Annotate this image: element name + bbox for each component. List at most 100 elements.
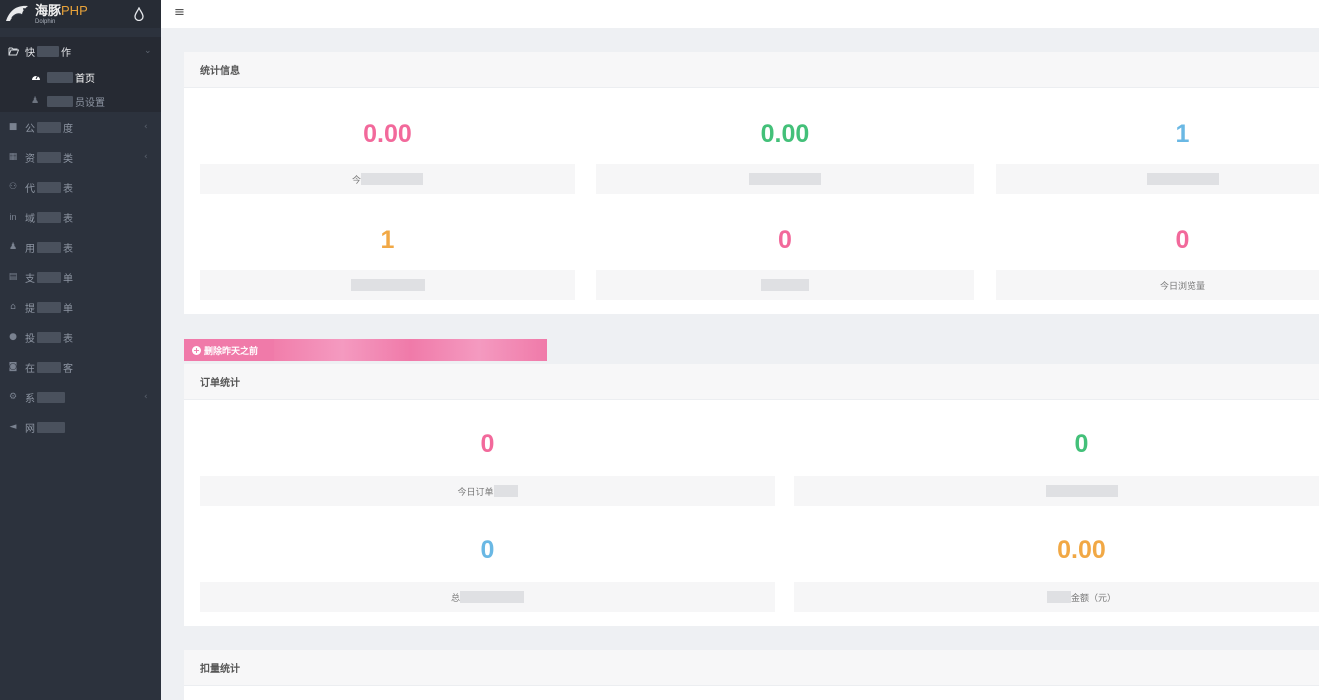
dashboard-icon — [31, 72, 43, 84]
bank-icon: ⌂ — [10, 302, 16, 312]
stat-card: 1 — [996, 122, 1319, 147]
link-icon: in — [9, 212, 17, 222]
redacted-text — [37, 181, 61, 193]
chevron-down-icon: ⌄ — [144, 46, 152, 56]
sidebar-subitem-settings[interactable]: ♟ 员设置 — [0, 90, 161, 112]
redacted-text — [1146, 173, 1219, 185]
sidebar-item-1[interactable]: ■ 公度 ‹ — [0, 112, 161, 142]
sidebar-group-quick: 快 作 ⌄ 首页 ♟ 员设置 — [0, 37, 161, 112]
redacted-text — [37, 151, 61, 163]
sidebar-subitem-label: 员设置 — [75, 97, 105, 109]
stat-value: 0.00 — [760, 120, 810, 148]
redacted-text — [37, 391, 65, 403]
video-icon: ■ — [8, 122, 18, 132]
sidebar: 海豚PHP Dolphin 快 作 ⌄ 首页 ♟ 员设置 ■ 公 度 ‹ ▦ 资… — [0, 0, 161, 700]
redacted-text — [493, 485, 518, 497]
sidebar-item-8[interactable]: ● 投表 — [0, 322, 161, 352]
stat-value: 0.00 — [1057, 536, 1106, 564]
sidebar-subitem-home[interactable]: 首页 — [0, 65, 161, 90]
redacted-text — [37, 271, 61, 283]
gear-icon: ⚙ — [8, 392, 18, 402]
stat-card: 0 — [200, 538, 775, 563]
stat-label: 今 — [351, 175, 361, 186]
redacted-text — [37, 241, 61, 253]
user-icon: ♟ — [31, 96, 40, 106]
redacted-text — [350, 279, 425, 291]
redacted-text — [361, 173, 423, 185]
redacted-text — [37, 121, 61, 133]
sidebar-item-label-tail: 作 — [61, 47, 71, 59]
megaphone-icon: ◄ — [9, 422, 17, 432]
deduct-panel: 扣量统计 — [184, 650, 1319, 700]
stat-card: 0 — [794, 432, 1319, 457]
sidebar-item-3[interactable]: ⚇ 代表 — [0, 172, 161, 202]
stat-value: 0 — [778, 226, 792, 254]
redacted-text — [47, 72, 73, 83]
stat-card: 1 — [200, 228, 575, 253]
stat-card: 0 — [200, 432, 775, 457]
stat-card: 0 — [996, 228, 1319, 253]
chevron-left-icon: ‹ — [144, 122, 148, 132]
panel-title: 统计信息 — [184, 52, 1319, 88]
delete-old-button[interactable]: + 删除昨天之前 — [184, 339, 547, 361]
theme-drop-icon[interactable] — [134, 6, 144, 22]
top-bar: ≡ — [161, 0, 1319, 28]
sidebar-item-2[interactable]: ▦ 资类 ‹ — [0, 142, 161, 172]
sidebar-subitem-label: 首页 — [75, 74, 95, 85]
redacted-text — [37, 211, 61, 223]
delete-old-label: 删除昨天之前 — [204, 346, 259, 357]
redacted-text — [274, 339, 547, 361]
redacted-text — [37, 45, 59, 57]
order-panel: 订单统计 0 今日订单 0 0 总 0.00 金额（元） — [184, 364, 1319, 626]
sidebar-item-9[interactable]: ◙ 在客 — [0, 352, 161, 382]
card-icon: ▤ — [8, 272, 18, 282]
group-icon: ⚇ — [8, 182, 18, 192]
sidebar-item-label: 快 — [25, 47, 35, 59]
sidebar-item-quick[interactable]: 快 作 ⌄ — [0, 37, 161, 65]
panel-title: 扣量统计 — [184, 650, 1319, 686]
stat-label: 今日订单 — [457, 487, 494, 498]
stat-card: 0.00 — [794, 538, 1319, 563]
redacted-text — [37, 301, 61, 313]
brand-subtitle: Dolphin — [35, 18, 56, 25]
brand-title: 海豚PHP — [35, 2, 88, 19]
stat-value: 0 — [1175, 226, 1190, 254]
stat-label: 总 — [450, 593, 460, 604]
redacted-text — [761, 279, 809, 291]
stat-value: 0 — [1074, 430, 1089, 458]
sidebar-item-6[interactable]: ▤ 支单 — [0, 262, 161, 292]
stat-value: 1 — [380, 226, 395, 254]
info-icon: ● — [9, 332, 17, 342]
sidebar-item-10[interactable]: ⚙ 系 ‹ — [0, 382, 161, 412]
sidebar-item-5[interactable]: ♟ 用表 — [0, 232, 161, 262]
chevron-left-icon: ‹ — [144, 392, 148, 402]
stats-panel: 统计信息 0.00 今 0.00 1 1 0 0 今日浏览量 — [184, 52, 1319, 314]
sidebar-item-11[interactable]: ◄ 网 — [0, 412, 161, 442]
stat-value: 1 — [1175, 120, 1190, 148]
sidebar-nav-list: ■ 公度 ‹ ▦ 资类 ‹ ⚇ 代表 in 域表 ♟ 用表 ▤ 支单 ⌂ 提单 ● 投表 ◙ 在客 ⚙… — [0, 112, 161, 442]
hamburger-icon[interactable]: ≡ — [174, 6, 185, 19]
redacted-text — [1046, 591, 1071, 603]
redacted-text — [37, 421, 65, 433]
brand-logo[interactable]: 海豚PHP Dolphin — [0, 0, 161, 28]
stat-label: 金额（元） — [1070, 593, 1116, 604]
stat-value: 0 — [480, 430, 495, 458]
redacted-text — [749, 173, 821, 185]
stat-value: 0.00 — [363, 120, 412, 148]
redacted-text — [460, 591, 524, 603]
stat-card: 0 — [596, 228, 974, 253]
redacted-text — [1045, 485, 1118, 497]
stat-value: 0 — [480, 536, 495, 564]
redacted-text — [37, 361, 61, 373]
redacted-text — [37, 331, 61, 343]
grid-icon: ▦ — [8, 152, 18, 162]
folder-open-icon — [7, 45, 19, 57]
sidebar-item-4[interactable]: in 域表 — [0, 202, 161, 232]
redacted-text — [47, 95, 73, 107]
plus-circle-icon: + — [192, 345, 201, 355]
chat-icon: ◙ — [8, 362, 18, 372]
stat-card: 0.00 — [200, 122, 575, 147]
sidebar-item-7[interactable]: ⌂ 提单 — [0, 292, 161, 322]
stat-label: 今日浏览量 — [1159, 281, 1205, 292]
chevron-left-icon: ‹ — [144, 152, 148, 162]
